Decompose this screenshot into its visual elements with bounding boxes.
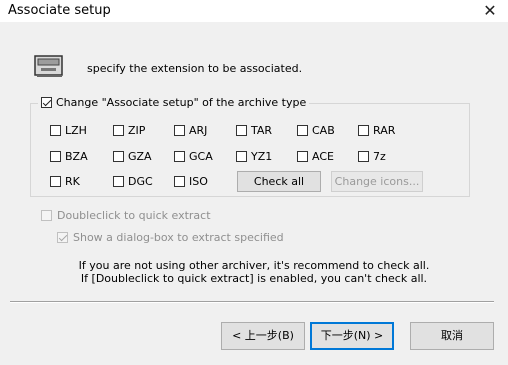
extension-label: BZA bbox=[65, 149, 88, 163]
checkbox-icon[interactable] bbox=[297, 150, 308, 162]
checkbox-icon[interactable] bbox=[50, 124, 61, 136]
checkbox-tar[interactable]: TAR bbox=[236, 123, 272, 137]
checkbox-icon[interactable] bbox=[236, 150, 247, 162]
checkbox-arj[interactable]: ARJ bbox=[174, 123, 207, 137]
checkbox-lzh[interactable]: LZH bbox=[50, 123, 87, 137]
doubleclick-option[interactable]: Doubleclick to quick extract bbox=[41, 209, 211, 222]
checkbox-yz1[interactable]: YZ1 bbox=[236, 149, 272, 163]
checkbox-icon[interactable] bbox=[113, 150, 124, 162]
separator bbox=[10, 301, 494, 303]
close-icon[interactable]: ✕ bbox=[480, 1, 500, 21]
extension-label: ACE bbox=[312, 149, 334, 163]
extension-label: TAR bbox=[251, 123, 273, 137]
show-dialog-option[interactable]: Show a dialog-box to extract specified bbox=[57, 231, 284, 244]
info-line-1: If you are not using other archiver, it'… bbox=[78, 259, 430, 272]
cancel-button[interactable]: 取消 bbox=[410, 322, 494, 350]
checkbox-icon[interactable] bbox=[174, 175, 185, 187]
checkbox-icon[interactable] bbox=[50, 175, 61, 187]
checkbox-icon[interactable] bbox=[297, 124, 308, 136]
info-line-2: If [Doubleclick to quick extract] is ena… bbox=[80, 272, 428, 285]
checkbox-icon[interactable] bbox=[236, 124, 247, 136]
next-button[interactable]: 下一步(N) > bbox=[310, 322, 394, 350]
checkbox-gca[interactable]: GCA bbox=[174, 149, 213, 163]
extension-label: ARJ bbox=[189, 123, 208, 137]
check-all-button[interactable]: Check all bbox=[237, 171, 321, 192]
change-icons-button[interactable]: Change icons... bbox=[331, 171, 423, 192]
checkbox-icon[interactable] bbox=[113, 124, 124, 136]
extension-label: RAR bbox=[373, 123, 396, 137]
checkbox-ace[interactable]: ACE bbox=[297, 149, 334, 163]
extension-label: ZIP bbox=[128, 123, 146, 137]
extension-label: GZA bbox=[128, 149, 152, 163]
checkbox-icon[interactable] bbox=[50, 150, 61, 162]
extension-label: YZ1 bbox=[251, 149, 273, 163]
checkbox-bza[interactable]: BZA bbox=[50, 149, 88, 163]
doubleclick-label: Doubleclick to quick extract bbox=[57, 209, 211, 222]
extension-label: LZH bbox=[65, 123, 87, 137]
extension-label: DGC bbox=[128, 174, 153, 188]
checkbox-icon[interactable] bbox=[57, 232, 68, 243]
window-title: Associate setup bbox=[8, 3, 111, 18]
checkbox-zip[interactable]: ZIP bbox=[113, 123, 145, 137]
extension-label: ISO bbox=[189, 174, 208, 188]
checkbox-gza[interactable]: GZA bbox=[113, 149, 152, 163]
checkbox-cab[interactable]: CAB bbox=[297, 123, 335, 137]
checkbox-icon[interactable] bbox=[174, 150, 185, 162]
show-dialog-label: Show a dialog-box to extract specified bbox=[73, 231, 284, 244]
checkbox-icon[interactable] bbox=[113, 175, 124, 187]
checkbox-icon[interactable] bbox=[41, 210, 52, 221]
checkbox-icon[interactable] bbox=[174, 124, 185, 136]
checkbox-iso[interactable]: ISO bbox=[174, 174, 208, 188]
checkbox-icon[interactable] bbox=[358, 150, 369, 162]
group-label: Change "Associate setup" of the archive … bbox=[56, 96, 307, 109]
back-button[interactable]: < 上一步(B) bbox=[221, 322, 305, 350]
instruction-text: specify the extension to be associated. bbox=[87, 62, 303, 75]
drive-icon bbox=[34, 55, 63, 77]
extension-label: 7z bbox=[373, 149, 386, 163]
checkbox-7z[interactable]: 7z bbox=[358, 149, 386, 163]
checkbox-rar[interactable]: RAR bbox=[358, 123, 395, 137]
extension-label: CAB bbox=[312, 123, 335, 137]
title-bar: Associate setup ✕ bbox=[0, 0, 508, 22]
group-checkbox-icon[interactable] bbox=[41, 97, 52, 108]
checkbox-rk[interactable]: RK bbox=[50, 174, 80, 188]
checkbox-icon[interactable] bbox=[358, 124, 369, 136]
checkbox-dgc[interactable]: DGC bbox=[113, 174, 153, 188]
extension-label: RK bbox=[65, 174, 80, 188]
group-header[interactable]: Change "Associate setup" of the archive … bbox=[38, 96, 310, 109]
extension-label: GCA bbox=[189, 149, 213, 163]
